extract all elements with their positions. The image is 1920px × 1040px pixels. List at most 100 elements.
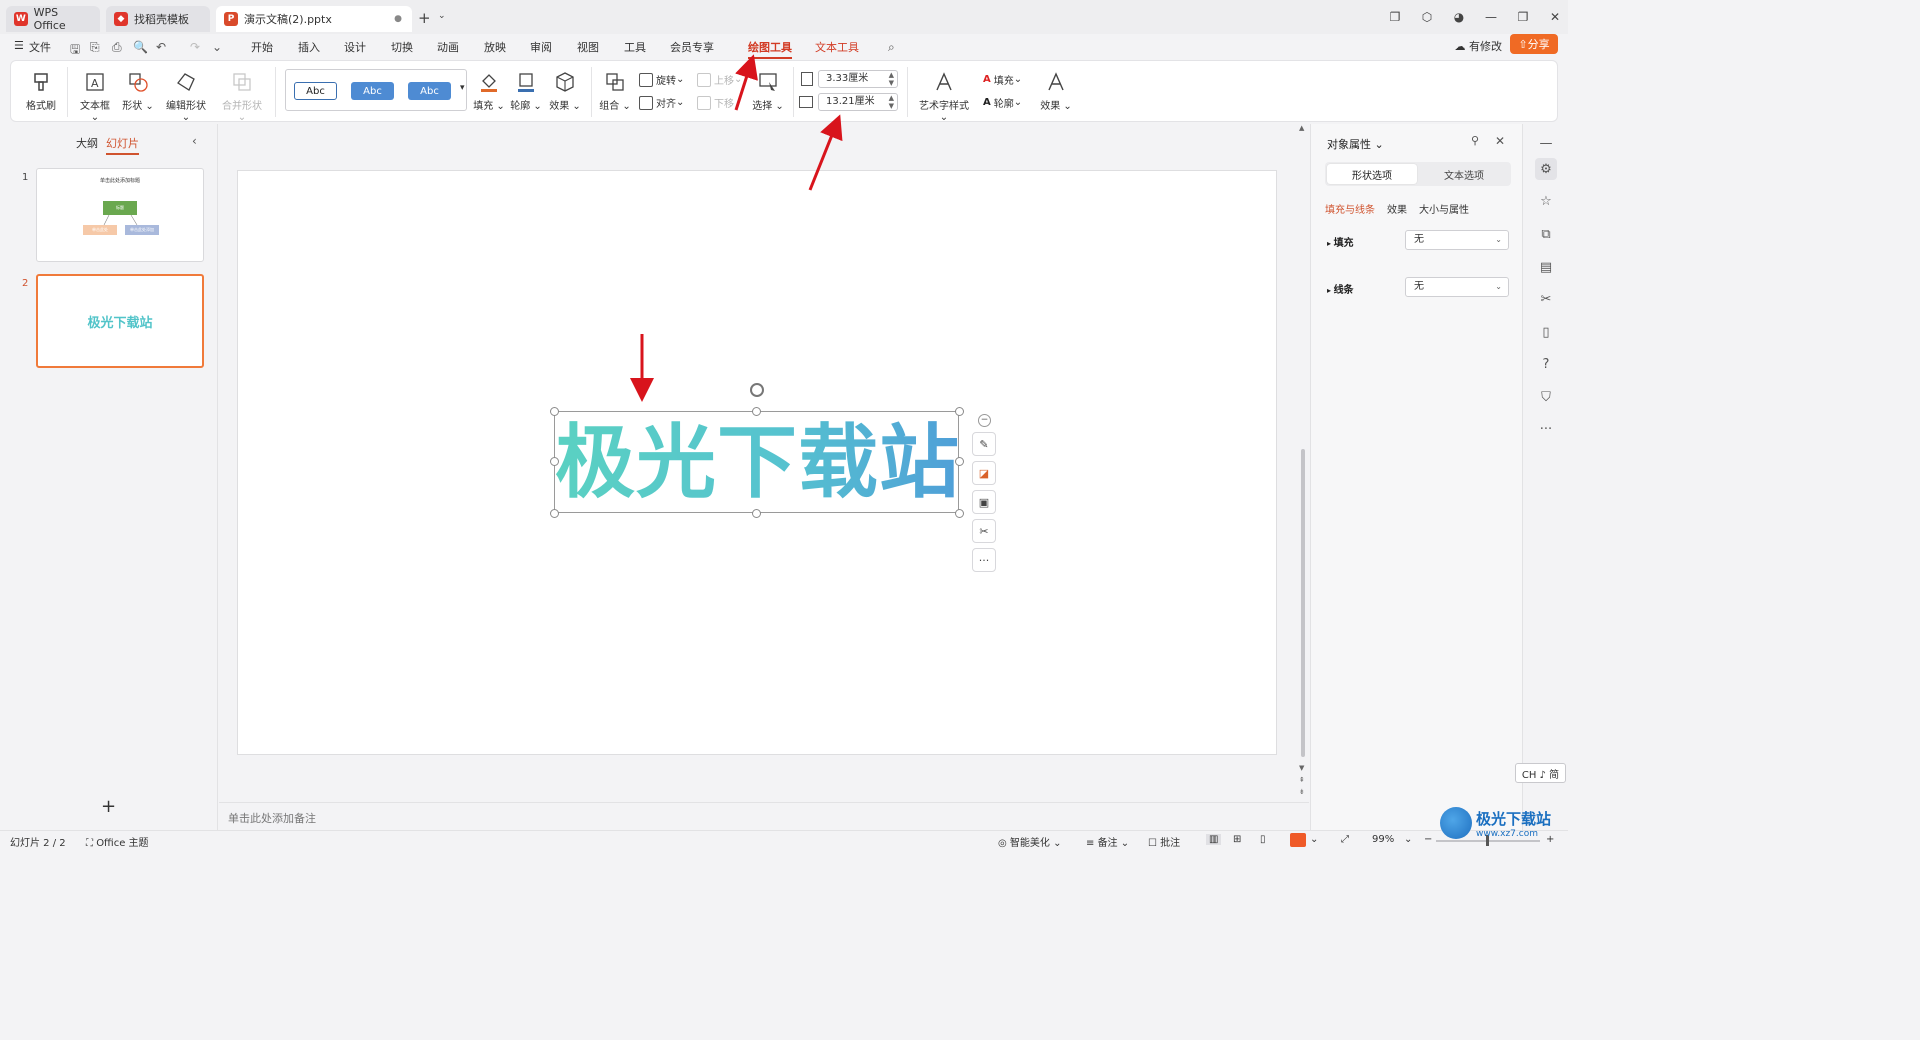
scroll-down-icon[interactable]: ▼ [1299,764,1304,772]
menu-icon[interactable]: ☰ [14,39,24,52]
group-button[interactable]: 组合 ⌄ [599,71,631,112]
collapse-panel-icon[interactable]: ‹ [192,134,197,148]
slide-thumbnail-1[interactable]: 单击此处添加标题 标题 单击此处 单击此处添加 [36,168,204,262]
more-icon[interactable]: ··· [1535,418,1557,440]
panel-title[interactable]: 对象属性 ⌄ [1327,136,1384,152]
menu-file[interactable]: 文件 [29,39,51,55]
line-select[interactable]: 无 ⌄ [1405,277,1509,297]
resize-handle-sw[interactable] [550,509,559,518]
style-sample-outline[interactable]: Abc [294,82,337,100]
minimize-icon[interactable]: — [1478,10,1504,24]
export-icon[interactable]: ⎘ [90,40,100,55]
format-painter-button[interactable]: 格式刷 [23,71,59,112]
zoom-level[interactable]: 99% [1372,834,1394,845]
zoom-out-icon[interactable]: − [1424,834,1432,845]
play-slideshow-button[interactable] [1290,833,1306,847]
chevron-down-icon[interactable]: ⌄ [1404,834,1412,845]
cube-icon[interactable]: ⬡ [1414,10,1440,24]
smart-beautify-button[interactable]: ◎ 智能美化 ⌄ [998,834,1061,849]
prev-slide-icon[interactable]: ⇞ [1299,776,1305,784]
width-input[interactable]: 13.21厘米 ▲ ▼ [818,93,898,111]
vertical-scrollbar[interactable]: ▲ ▼ ⇞ ⇟ [1298,124,1308,802]
slide-sorter-icon[interactable]: ⊞ [1233,834,1241,845]
menu-drawing-tools[interactable]: 绘图工具 [748,39,792,59]
float-outline-button[interactable]: ▣ [972,490,996,514]
tab-template[interactable]: ◆ 找稻壳模板 [106,6,210,32]
text-outline-button[interactable]: A 轮廓 ⌄ [983,95,1022,110]
resize-handle-w[interactable] [550,457,559,466]
text-fill-button[interactable]: A 填充 ⌄ [983,72,1022,87]
outline-button[interactable]: 轮廓 ⌄ [510,71,542,112]
float-style-button[interactable]: ✎ [972,432,996,456]
menu-design[interactable]: 设计 [344,39,366,55]
collapse-sidebar-icon[interactable]: — [1535,132,1557,154]
preview-icon[interactable]: 🔍 [133,40,148,54]
resize-handle-nw[interactable] [550,407,559,416]
properties-icon[interactable]: ⚙ [1535,158,1557,180]
align-button[interactable]: 对齐 ⌄ [639,95,684,110]
height-spinner[interactable]: ▲ ▼ [889,71,894,87]
subtab-fill-line[interactable]: 填充与线条 [1325,201,1375,216]
text-effect-button[interactable]: 效果 ⌄ [1039,71,1073,112]
subtab-effect[interactable]: 效果 [1387,201,1407,216]
selected-textbox[interactable]: 极光下载站 [554,411,959,513]
theme-indicator[interactable]: ⛶ Office 主题 [86,834,149,849]
fit-window-icon[interactable]: ⤢ [1341,834,1349,845]
fill-button[interactable]: 填充 ⌄ [473,71,505,112]
share-button[interactable]: ⇧ 分享 [1510,34,1558,54]
gallery-expand-icon[interactable]: ▾ [460,83,465,93]
resize-handle-se[interactable] [955,509,964,518]
tab-shape-options[interactable]: 形状选项 [1327,164,1417,184]
menu-text-tools[interactable]: 文本工具 [815,39,859,55]
next-slide-icon[interactable]: ⇟ [1299,788,1305,796]
resize-handle-s[interactable] [752,509,761,518]
menu-review[interactable]: 审阅 [530,39,552,55]
more-chevron-icon[interactable]: ⌄ [212,40,222,54]
slide-title-text[interactable]: 极光下载站 [555,418,960,508]
chevron-down-icon[interactable]: ⌄ [438,11,446,21]
menu-transition[interactable]: 切换 [391,39,413,55]
textbox-button[interactable]: A 文本框 ⌄ [75,71,115,123]
tools-icon[interactable]: ✂ [1535,288,1557,310]
redo-icon[interactable]: ↷ [190,40,200,54]
rotate-handle-icon[interactable] [750,383,764,397]
send-backward-button[interactable]: 下移 [697,95,734,110]
menu-tools[interactable]: 工具 [624,39,646,55]
select-button[interactable]: 选择 ⌄ [751,71,785,112]
scrollbar-thumb[interactable] [1301,449,1305,757]
tab-presentation[interactable]: P 演示文稿(2).pptx ● [216,6,412,32]
add-slide-button[interactable]: + [101,796,116,817]
style-sample-filled-alt[interactable]: Abc [408,82,451,100]
tab-wps-office[interactable]: W WPS Office [6,6,100,32]
art-style-button[interactable]: 艺术字样式 ⌄ [915,71,973,123]
menu-home[interactable]: 开始 [251,39,273,55]
menu-view[interactable]: 视图 [577,39,599,55]
shirt-icon[interactable]: ⛉ [1535,386,1557,408]
copy-icon[interactable]: ⧉ [1535,223,1557,245]
float-more-button[interactable]: ··· [972,548,996,572]
print-icon[interactable]: ⎙ [112,40,122,55]
avatar[interactable]: ◕ [1446,10,1472,24]
shape-button[interactable]: 形状 ⌄ [121,71,155,112]
resize-handle-n[interactable] [752,407,761,416]
multi-window-icon[interactable]: ❐ [1382,10,1408,24]
undo-icon[interactable]: ↶ [156,40,166,54]
pin-icon[interactable]: ⚲ [1471,134,1479,147]
width-spinner[interactable]: ▲ ▼ [889,94,894,110]
style-sample-filled[interactable]: Abc [351,82,394,100]
reading-view-icon[interactable]: ▯ [1260,834,1266,845]
tab-slides[interactable]: 幻灯片 [106,135,139,155]
scroll-up-icon[interactable]: ▲ [1299,124,1304,132]
resize-handle-ne[interactable] [955,407,964,416]
menu-slideshow[interactable]: 放映 [484,39,506,55]
help-icon[interactable]: ? [1535,353,1557,375]
menu-member[interactable]: 会员专享 [670,39,714,55]
collapse-toolbar-icon[interactable]: − [978,414,991,427]
merge-shape-button[interactable]: 合并形状 ⌄ [217,71,267,123]
menu-animation[interactable]: 动画 [437,39,459,55]
fill-select[interactable]: 无 ⌄ [1405,230,1509,250]
restore-icon[interactable]: ❐ [1510,10,1536,24]
notes-pane[interactable]: 单击此处添加备注 [219,802,1309,830]
book-icon[interactable]: ▯ [1535,321,1557,343]
menu-insert[interactable]: 插入 [298,39,320,55]
